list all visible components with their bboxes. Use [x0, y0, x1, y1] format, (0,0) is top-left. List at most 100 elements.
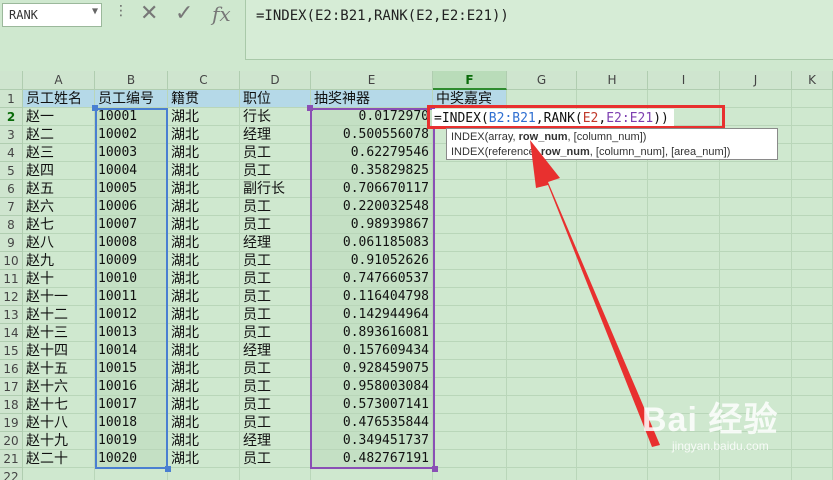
chevron-down-icon[interactable]: ▼: [92, 6, 98, 17]
cell[interactable]: 10011: [95, 288, 168, 306]
cell[interactable]: [577, 396, 648, 414]
row-header[interactable]: 12: [0, 288, 23, 306]
cell[interactable]: [577, 324, 648, 342]
cell[interactable]: 赵十一: [23, 288, 95, 306]
cell[interactable]: 0.476535844: [311, 414, 433, 432]
cell[interactable]: [648, 162, 720, 180]
cell[interactable]: [792, 396, 833, 414]
cell[interactable]: [507, 432, 577, 450]
cancel-icon[interactable]: ✕: [140, 1, 158, 27]
cell[interactable]: [720, 108, 792, 126]
cell[interactable]: 赵十: [23, 270, 95, 288]
cell[interactable]: [792, 216, 833, 234]
cell[interactable]: 0.220032548: [311, 198, 433, 216]
cell[interactable]: 0.893616081: [311, 324, 433, 342]
column-header-g[interactable]: G: [507, 71, 577, 90]
cell[interactable]: [95, 468, 168, 480]
cell[interactable]: 10017: [95, 396, 168, 414]
cell[interactable]: [648, 468, 720, 480]
cell[interactable]: 0.116404798: [311, 288, 433, 306]
cell[interactable]: 10002: [95, 126, 168, 144]
cell[interactable]: 10009: [95, 252, 168, 270]
cell[interactable]: [577, 342, 648, 360]
cell[interactable]: [577, 306, 648, 324]
row-header[interactable]: 17: [0, 378, 23, 396]
column-header-h[interactable]: H: [577, 71, 648, 90]
cell[interactable]: 0.142944964: [311, 306, 433, 324]
cell[interactable]: 员工: [240, 414, 311, 432]
cell[interactable]: [648, 306, 720, 324]
cell[interactable]: 0.0172970: [311, 108, 433, 126]
cell[interactable]: 员工: [240, 270, 311, 288]
cell[interactable]: [433, 162, 507, 180]
row-header[interactable]: 21: [0, 450, 23, 468]
cell[interactable]: 0.928459075: [311, 360, 433, 378]
cell[interactable]: 0.500556078: [311, 126, 433, 144]
cell[interactable]: 0.747660537: [311, 270, 433, 288]
range-handle[interactable]: [432, 466, 438, 472]
cell[interactable]: 经理: [240, 234, 311, 252]
cell[interactable]: [577, 432, 648, 450]
cell[interactable]: [507, 450, 577, 468]
cell[interactable]: [507, 342, 577, 360]
tooltip-line-1[interactable]: INDEX(array, row_num, [column_num]): [451, 130, 773, 145]
cell[interactable]: 10015: [95, 360, 168, 378]
cell[interactable]: 员工: [240, 360, 311, 378]
cell[interactable]: [792, 90, 833, 108]
cell[interactable]: 0.157609434: [311, 342, 433, 360]
cell[interactable]: [720, 252, 792, 270]
cell[interactable]: 湖北: [168, 198, 240, 216]
tooltip-line-2[interactable]: INDEX(reference, row_num, [column_num], …: [451, 145, 773, 160]
cell[interactable]: [577, 468, 648, 480]
cell[interactable]: [720, 360, 792, 378]
row-header[interactable]: 11: [0, 270, 23, 288]
cell[interactable]: [792, 234, 833, 252]
cell[interactable]: [648, 324, 720, 342]
cell[interactable]: 0.482767191: [311, 450, 433, 468]
cell[interactable]: [433, 342, 507, 360]
cell[interactable]: [792, 162, 833, 180]
cell[interactable]: 湖北: [168, 306, 240, 324]
cell[interactable]: 湖北: [168, 432, 240, 450]
cell[interactable]: [792, 378, 833, 396]
cell[interactable]: [648, 180, 720, 198]
cell[interactable]: 10008: [95, 234, 168, 252]
cell[interactable]: 赵十六: [23, 378, 95, 396]
column-header-b[interactable]: B: [95, 71, 168, 90]
row-header[interactable]: 19: [0, 414, 23, 432]
row-header[interactable]: 13: [0, 306, 23, 324]
cell[interactable]: [433, 378, 507, 396]
cell[interactable]: [433, 306, 507, 324]
cell[interactable]: [577, 216, 648, 234]
cell[interactable]: 经理: [240, 126, 311, 144]
cell[interactable]: [792, 450, 833, 468]
cell[interactable]: [507, 414, 577, 432]
cell[interactable]: [433, 396, 507, 414]
cell[interactable]: 经理: [240, 342, 311, 360]
cell[interactable]: 湖北: [168, 342, 240, 360]
cell[interactable]: [720, 180, 792, 198]
row-header[interactable]: 3: [0, 126, 23, 144]
range-handle[interactable]: [307, 105, 313, 111]
cell[interactable]: 湖北: [168, 162, 240, 180]
cell[interactable]: [648, 288, 720, 306]
cell[interactable]: 赵十四: [23, 342, 95, 360]
column-header-k[interactable]: K: [792, 71, 833, 90]
cell[interactable]: [792, 342, 833, 360]
cell[interactable]: 湖北: [168, 288, 240, 306]
cell[interactable]: [168, 468, 240, 480]
column-header-e[interactable]: E: [311, 71, 433, 90]
cell[interactable]: [577, 270, 648, 288]
cell[interactable]: 赵一: [23, 108, 95, 126]
cell[interactable]: [792, 468, 833, 480]
cell[interactable]: 经理: [240, 432, 311, 450]
cell[interactable]: [792, 288, 833, 306]
row-header[interactable]: 15: [0, 342, 23, 360]
cell[interactable]: [507, 360, 577, 378]
cell[interactable]: 员工: [240, 288, 311, 306]
cell[interactable]: 10020: [95, 450, 168, 468]
row-header[interactable]: 7: [0, 198, 23, 216]
cell[interactable]: 0.349451737: [311, 432, 433, 450]
cell[interactable]: [792, 198, 833, 216]
cell[interactable]: [648, 252, 720, 270]
